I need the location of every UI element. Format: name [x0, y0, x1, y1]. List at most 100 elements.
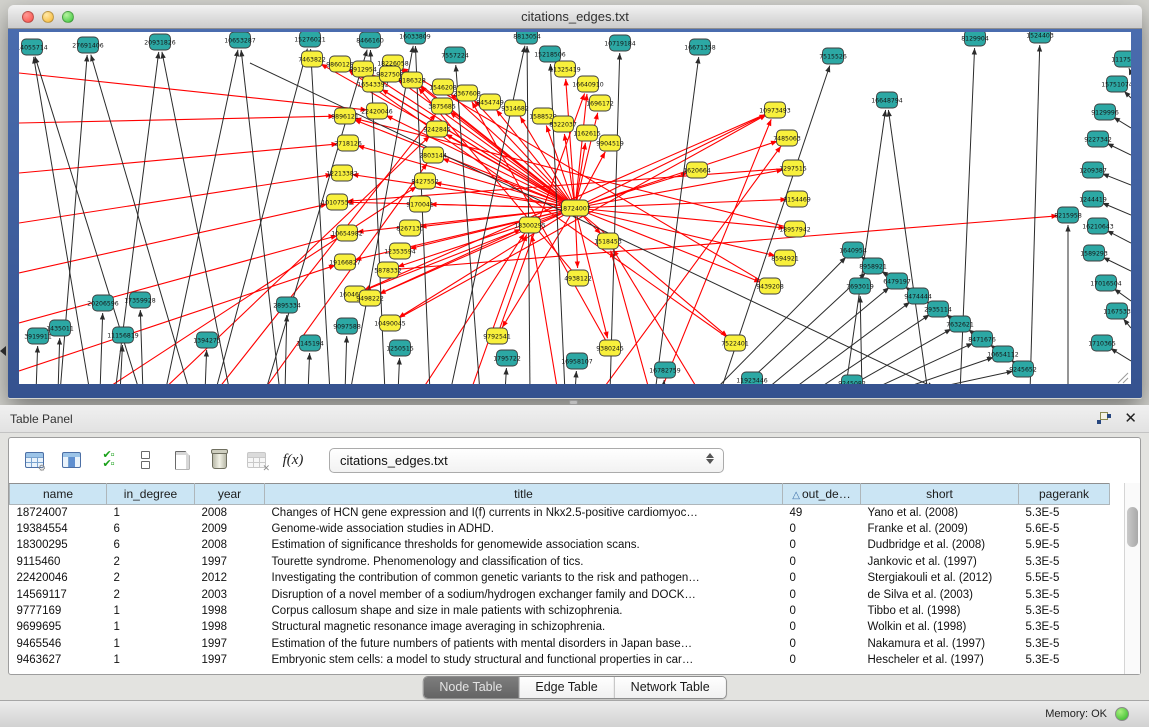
- tab-node-table[interactable]: Node Table: [423, 677, 519, 698]
- scrollbar-thumb[interactable]: [1127, 507, 1138, 547]
- table-cell-year[interactable]: 2003: [195, 586, 265, 602]
- table-row[interactable]: 2242004622012Investigating the contribut…: [10, 570, 1110, 586]
- table-cell-name[interactable]: 18724007: [10, 505, 107, 521]
- table-cell-pagerank[interactable]: 5.3E-5: [1019, 505, 1110, 521]
- select-columns-icon[interactable]: ✔▫✔▫: [95, 447, 121, 473]
- table-row[interactable]: 1456911722003Disruption of a novel membe…: [10, 586, 1110, 602]
- graph-node[interactable]: 1620664: [683, 162, 711, 178]
- table-cell-name[interactable]: 14569117: [10, 586, 107, 602]
- graph-node[interactable]: 7632621: [946, 316, 974, 332]
- table-row[interactable]: 911546021997Tourette syndrome. Phenomeno…: [10, 554, 1110, 570]
- memory-status-icon[interactable]: [1115, 707, 1129, 721]
- table-cell-name[interactable]: 9465546: [10, 636, 107, 652]
- table-cell-out_degree[interactable]: 49: [783, 505, 861, 521]
- table-cell-title[interactable]: Changes of HCN gene expression and I(f) …: [265, 505, 783, 521]
- graph-node[interactable]: 8471676: [968, 331, 996, 347]
- graph-node[interactable]: 14055714: [19, 39, 48, 55]
- table-row[interactable]: 1830029562008Estimation of significance …: [10, 537, 1110, 553]
- graph-node[interactable]: 8267130: [396, 220, 424, 236]
- graph-node[interactable]: 2718126: [334, 135, 362, 151]
- table-row[interactable]: 946362711997Embryonic stem cells: a mode…: [10, 652, 1110, 668]
- table-cell-pagerank[interactable]: 5.6E-5: [1019, 521, 1110, 537]
- table-row[interactable]: 1872400712008Changes of HCN gene express…: [10, 505, 1110, 521]
- table-cell-name[interactable]: 22420046: [10, 570, 107, 586]
- table-cell-year[interactable]: 2008: [195, 537, 265, 553]
- graph-node[interactable]: 10107552: [321, 194, 353, 210]
- graph-node[interactable]: 8813054: [513, 32, 541, 44]
- table-cell-short[interactable]: Dudbridge et al. (2008): [861, 537, 1019, 553]
- table-cell-out_degree[interactable]: 0: [783, 586, 861, 602]
- graph-node[interactable]: 20931826: [144, 34, 176, 50]
- column-header-short[interactable]: short: [861, 484, 1019, 505]
- delete-table-icon[interactable]: [206, 447, 232, 473]
- table-selector-dropdown[interactable]: citations_edges.txt: [329, 448, 724, 473]
- table-cell-name[interactable]: 9777169: [10, 603, 107, 619]
- table-cell-name[interactable]: 9699695: [10, 619, 107, 635]
- table-cell-title[interactable]: Genome-wide association studies in ADHD.: [265, 521, 783, 537]
- close-panel-icon[interactable]: ✕: [1124, 409, 1137, 427]
- graph-node[interactable]: 7693019: [846, 278, 874, 294]
- table-cell-in_degree[interactable]: 1: [107, 603, 195, 619]
- table-options-icon[interactable]: ⚙: [21, 447, 47, 473]
- graph-node[interactable]: 16782759: [649, 362, 681, 378]
- graph-node[interactable]: 9129996: [1091, 104, 1119, 120]
- table-cell-title[interactable]: Estimation of the future numbers of pati…: [265, 636, 783, 652]
- table-cell-name[interactable]: 19384554: [10, 521, 107, 537]
- table-cell-short[interactable]: Wolkin et al. (1998): [861, 619, 1019, 635]
- table-cell-name[interactable]: 18300295: [10, 537, 107, 553]
- graph-node[interactable]: 8186328: [398, 72, 426, 88]
- table-cell-title[interactable]: Investigating the contribution of common…: [265, 570, 783, 586]
- table-cell-out_degree[interactable]: 0: [783, 636, 861, 652]
- graph-node[interactable]: 1162615: [573, 125, 601, 141]
- graph-node[interactable]: 8466160: [356, 32, 384, 48]
- column-header-pagerank[interactable]: pagerank: [1019, 484, 1110, 505]
- table-cell-short[interactable]: Nakamura et al. (1997): [861, 636, 1019, 652]
- graph-node[interactable]: 9498222: [356, 290, 384, 306]
- graph-node[interactable]: 2935114: [924, 301, 952, 317]
- table-cell-pagerank[interactable]: 5.3E-5: [1019, 586, 1110, 602]
- graph-node[interactable]: 16671358: [684, 39, 716, 55]
- graph-node[interactable]: 8912954: [349, 61, 377, 77]
- table-cell-name[interactable]: 9115460: [10, 554, 107, 570]
- table-cell-name[interactable]: 9463627: [10, 652, 107, 668]
- graph-node[interactable]: 18957942: [779, 221, 811, 237]
- graph-node[interactable]: 1117534: [1111, 51, 1131, 67]
- graph-node[interactable]: 11923446: [736, 372, 768, 384]
- graph-node[interactable]: 7515526: [819, 48, 847, 64]
- table-cell-short[interactable]: Franke et al. (2009): [861, 521, 1019, 537]
- graph-node[interactable]: 9474444: [904, 288, 932, 304]
- graph-node[interactable]: 9904519: [596, 135, 624, 151]
- graph-node[interactable]: 1710365: [1088, 335, 1116, 351]
- graph-node[interactable]: 11325419: [549, 61, 581, 77]
- table-cell-pagerank[interactable]: 5.9E-5: [1019, 537, 1110, 553]
- graph-node[interactable]: 1167533: [1103, 303, 1131, 319]
- table-cell-in_degree[interactable]: 2: [107, 554, 195, 570]
- table-cell-out_degree[interactable]: 0: [783, 603, 861, 619]
- table-cell-pagerank[interactable]: 5.3E-5: [1019, 554, 1110, 570]
- graph-node[interactable]: 3875685: [428, 98, 456, 114]
- table-cell-year[interactable]: 2009: [195, 521, 265, 537]
- table-cell-short[interactable]: Hescheler et al. (1997): [861, 652, 1019, 668]
- graph-node[interactable]: 2803144: [419, 147, 447, 163]
- table-cell-short[interactable]: Jankovic et al. (1997): [861, 554, 1019, 570]
- graph-node[interactable]: 7557224: [441, 47, 469, 63]
- float-panel-icon[interactable]: [1097, 412, 1111, 425]
- table-cell-in_degree[interactable]: 1: [107, 505, 195, 521]
- graph-node[interactable]: 1696172: [586, 95, 614, 111]
- table-row[interactable]: 969969511998Structural magnetic resonanc…: [10, 619, 1110, 635]
- column-header-year[interactable]: year: [195, 484, 265, 505]
- graph-node[interactable]: 19166827: [329, 254, 361, 270]
- graph-node[interactable]: 10653287: [224, 32, 256, 48]
- table-cell-in_degree[interactable]: 1: [107, 652, 195, 668]
- graph-node[interactable]: 1209387: [1079, 162, 1107, 178]
- tab-edge-table[interactable]: Edge Table: [519, 677, 614, 698]
- tab-network-table[interactable]: Network Table: [615, 677, 726, 698]
- graph-node[interactable]: 1244419: [1079, 191, 1107, 207]
- table-cell-short[interactable]: de Silva et al. (2003): [861, 586, 1019, 602]
- table-cell-title[interactable]: Embryonic stem cells: a model to study s…: [265, 652, 783, 668]
- graph-node[interactable]: 16033809: [399, 32, 431, 44]
- graph-node[interactable]: 8215958: [1054, 207, 1082, 223]
- merge-rows-icon[interactable]: [132, 447, 158, 473]
- table-cell-short[interactable]: Tibbo et al. (1998): [861, 603, 1019, 619]
- graph-node[interactable]: 9242845: [423, 121, 451, 137]
